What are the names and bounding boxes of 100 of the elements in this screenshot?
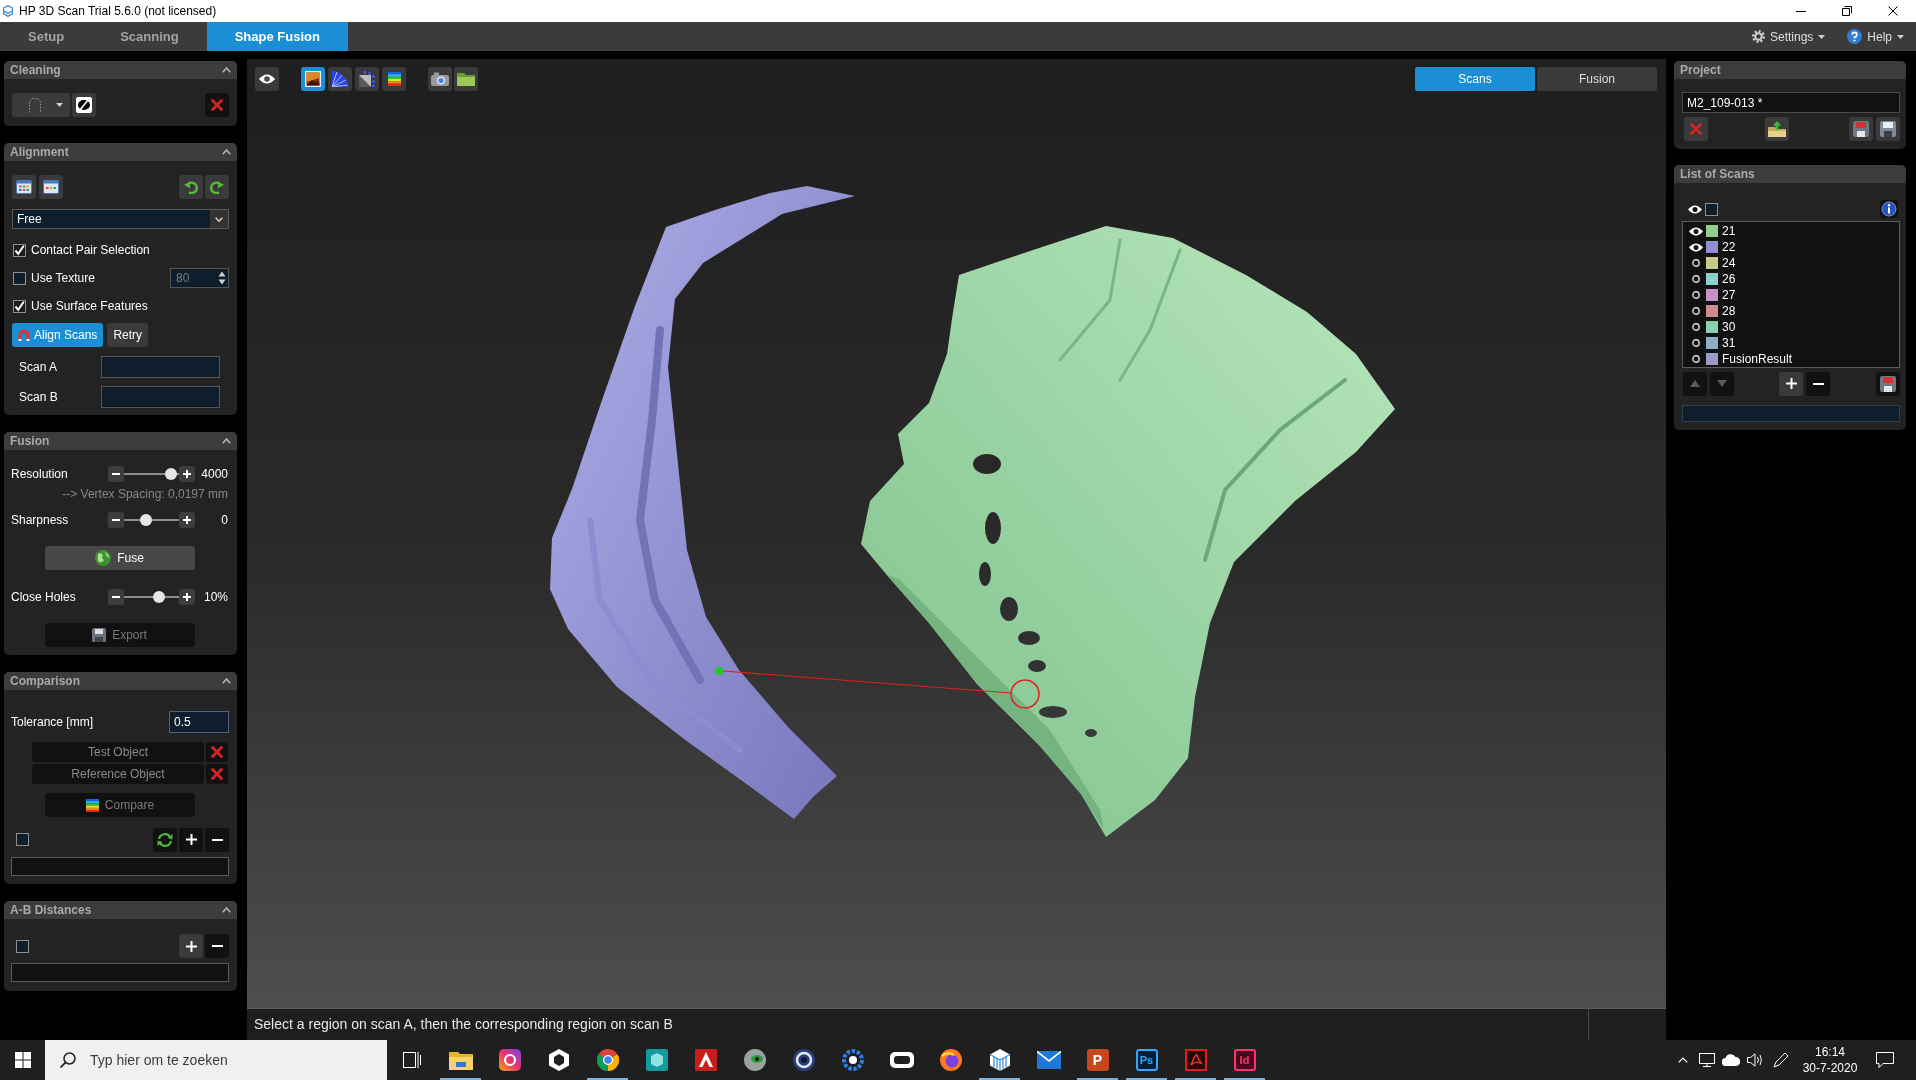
import-button[interactable] (1765, 117, 1789, 141)
chevron-up-icon[interactable] (222, 907, 231, 913)
scan-name[interactable]: FusionResult (1722, 351, 1793, 367)
remove-button[interactable] (205, 827, 229, 852)
search-field[interactable]: Typ hier om te zoeken (45, 1040, 387, 1080)
taskbar-button[interactable]: Ps (1126, 1040, 1167, 1080)
minus-icon (211, 945, 223, 947)
decrease-button[interactable] (108, 589, 124, 605)
info-icon[interactable] (1880, 200, 1898, 218)
color-scale-icon (85, 798, 99, 812)
slider-label: Close Holes (11, 589, 77, 606)
row-view-button[interactable] (39, 175, 63, 199)
view-tab[interactable]: Scans (1415, 66, 1535, 91)
checkbox[interactable] (1705, 202, 1718, 216)
open-folder-button[interactable] (454, 66, 478, 91)
tolerance-field[interactable]: 0.5 (169, 711, 229, 733)
redo-button[interactable] (205, 175, 229, 199)
tab[interactable]: Setup (0, 22, 93, 51)
decrease-button[interactable] (108, 512, 124, 528)
eye-icon[interactable] (1688, 204, 1702, 214)
render-mode-button[interactable] (301, 66, 325, 91)
menu-button[interactable]: Settings (1745, 22, 1832, 51)
add-button[interactable] (179, 827, 203, 852)
align-button[interactable]: Align Scans (12, 323, 104, 347)
field-label: Scan B (18, 389, 59, 406)
undo-icon (184, 180, 198, 194)
add-button[interactable] (179, 934, 203, 958)
undo-button[interactable] (179, 175, 203, 199)
eye-icon[interactable] (1689, 242, 1703, 252)
object-slot[interactable]: Test Object (32, 742, 204, 762)
visibility-button[interactable] (255, 66, 279, 91)
slider-thumb[interactable] (140, 514, 153, 526)
chevron-up-icon[interactable] (222, 678, 231, 684)
slider-thumb[interactable] (152, 591, 165, 603)
move-up-button[interactable] (1683, 371, 1707, 396)
menu-button[interactable]: Help (1841, 22, 1910, 51)
windows-icon (14, 1052, 31, 1068)
scan-name[interactable]: 24 (1722, 255, 1736, 271)
panel-title: Project (1680, 62, 1721, 79)
ring-icon[interactable] (1692, 339, 1700, 347)
checkbox[interactable] (16, 939, 29, 953)
checkbox[interactable] (13, 299, 26, 313)
scan-field[interactable] (101, 356, 220, 378)
refresh-button[interactable] (153, 827, 177, 852)
ring-icon[interactable] (1692, 291, 1700, 299)
ring-icon[interactable] (1692, 355, 1700, 363)
tricolor-circle-icon (596, 1049, 619, 1071)
checkbox[interactable] (13, 271, 26, 285)
ring-icon[interactable] (1692, 323, 1700, 331)
increase-button[interactable] (179, 512, 195, 528)
clock-date: 30-7-2020 (1802, 1060, 1858, 1076)
chevron-up-icon[interactable] (222, 149, 231, 155)
ring-icon[interactable] (1692, 259, 1700, 267)
render-mode-button[interactable] (382, 66, 406, 91)
view-tab[interactable]: Fusion (1537, 66, 1657, 91)
ring-icon[interactable] (1692, 275, 1700, 283)
speaker-icon (1747, 1053, 1763, 1067)
chevron-up-icon[interactable] (222, 67, 231, 73)
tab[interactable]: Shape Fusion (206, 22, 348, 51)
remove-button[interactable] (205, 934, 229, 958)
ring-icon[interactable] (1692, 307, 1700, 315)
increase-button[interactable] (179, 589, 195, 605)
tab[interactable]: Scanning (92, 22, 207, 51)
delete-button[interactable] (205, 93, 229, 117)
remove-button[interactable] (1806, 371, 1830, 396)
selection-mode-button[interactable] (72, 93, 96, 117)
increase-button[interactable] (179, 466, 195, 482)
project-name-field[interactable]: M2_109-013 * (1682, 92, 1900, 113)
slider-reading: 10% (203, 589, 228, 606)
eye-icon[interactable] (1689, 226, 1703, 236)
save-button[interactable] (1876, 117, 1900, 141)
scan-name[interactable]: 21 (1722, 223, 1736, 239)
screenshot-button[interactable] (428, 66, 452, 91)
chevron-up-icon[interactable] (222, 438, 231, 444)
mode-dropdown[interactable]: Free (12, 209, 229, 229)
render-mode-button[interactable] (355, 66, 379, 91)
scan-field[interactable] (101, 386, 220, 408)
decrease-button[interactable] (108, 466, 124, 482)
checkbox[interactable] (13, 243, 26, 257)
slider-thumb[interactable] (164, 468, 177, 480)
render-mode-button[interactable] (328, 66, 352, 91)
light-rays-icon (359, 70, 375, 87)
retry-button[interactable]: Retry (107, 323, 149, 347)
scan-name[interactable]: 22 (1722, 239, 1736, 255)
scan-name[interactable]: 27 (1722, 287, 1736, 303)
fuse-button[interactable]: Fuse (44, 546, 195, 570)
number-field[interactable]: 80 (170, 268, 229, 288)
save-as-button[interactable] (1849, 117, 1873, 141)
scan-name[interactable]: 28 (1722, 303, 1736, 319)
grid-view-button[interactable] (12, 175, 36, 199)
checkbox[interactable] (16, 833, 29, 846)
scan-name[interactable]: 26 (1722, 271, 1736, 287)
save-as-button[interactable] (1876, 371, 1900, 396)
add-button[interactable] (1779, 371, 1803, 396)
move-down-button[interactable] (1710, 371, 1734, 396)
taskbar-button[interactable]: P (1077, 1040, 1118, 1080)
taskbar-button[interactable]: Id (1224, 1040, 1265, 1080)
scan-name[interactable]: 31 (1722, 335, 1736, 351)
object-slot[interactable]: Reference Object (32, 764, 204, 784)
scan-name[interactable]: 30 (1722, 319, 1736, 335)
